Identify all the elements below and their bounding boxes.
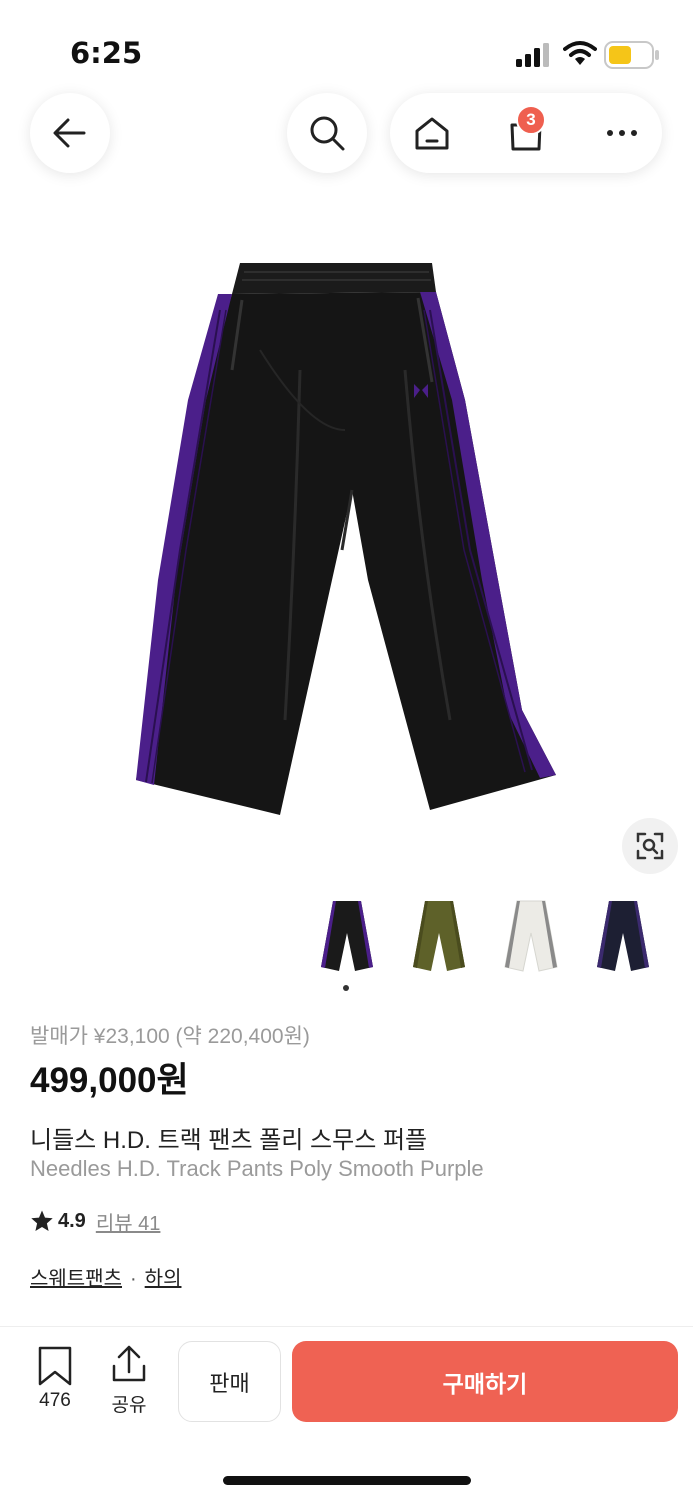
thumbnail-white-grey[interactable] — [496, 894, 566, 976]
search-icon — [310, 116, 345, 151]
bookmark-count: 476 — [39, 1390, 71, 1411]
product-name-english: Needles H.D. Track Pants Poly Smooth Pur… — [30, 1156, 484, 1181]
more-button[interactable] — [582, 93, 662, 173]
current-price: 499,000원 — [30, 1061, 189, 1100]
release-price: 발매가 ¥23,100 (약 220,400원) — [30, 1025, 310, 1048]
carousel-page-indicator — [343, 985, 349, 991]
search-button[interactable] — [287, 93, 367, 173]
rating-row: 4.9 리뷰 41 — [30, 1206, 160, 1236]
thumbnail-black-purple[interactable] — [312, 894, 382, 976]
thumbnail-navy[interactable] — [588, 894, 658, 976]
bookmark-button[interactable]: 476 — [27, 1344, 83, 1416]
cellular-signal-icon — [516, 43, 549, 67]
star-icon — [31, 1210, 53, 1231]
battery-icon — [604, 41, 659, 69]
product-name-korean: 니들스 H.D. 트랙 팬츠 폴리 스무스 퍼플 — [30, 1127, 428, 1154]
product-image[interactable] — [120, 250, 570, 820]
status-time: 6:25 — [70, 36, 143, 70]
lens-scan-icon — [636, 832, 664, 860]
bottom-bar-divider — [0, 1326, 693, 1327]
buy-button[interactable]: 구매하기 — [292, 1341, 678, 1422]
rating-value: 4.9 — [58, 1209, 86, 1232]
category-link-sweatpants[interactable]: 스웨트팬츠 — [30, 1268, 122, 1290]
more-dots-icon — [607, 130, 637, 136]
share-label: 공유 — [111, 1395, 147, 1416]
sell-button[interactable]: 판매 — [178, 1341, 281, 1422]
share-button[interactable]: 공유 — [101, 1344, 157, 1416]
thumbnail-image — [504, 900, 558, 972]
thumbnail-image — [597, 901, 649, 971]
thumbnail-olive[interactable] — [404, 894, 474, 976]
home-icon — [415, 117, 449, 150]
category-row: 스웨트팬츠 · 하의 — [30, 1262, 181, 1291]
back-button[interactable] — [30, 93, 110, 173]
home-indicator — [223, 1476, 471, 1485]
thumbnail-image — [413, 901, 465, 971]
home-button[interactable] — [392, 93, 472, 173]
cart-count-badge: 3 — [516, 105, 546, 135]
wifi-icon — [563, 41, 597, 65]
review-link[interactable]: 리뷰 41 — [96, 1207, 161, 1236]
status-bar: 6:25 — [0, 0, 693, 100]
category-separator: · — [130, 1268, 137, 1290]
thumbnail-image — [321, 901, 373, 971]
category-link-bottoms[interactable]: 하의 — [145, 1268, 182, 1290]
nav-button-group: 3 — [390, 93, 662, 173]
share-icon — [112, 1345, 146, 1382]
bookmark-icon — [38, 1346, 72, 1386]
arrow-left-icon — [53, 118, 86, 148]
image-search-button[interactable] — [622, 818, 678, 874]
